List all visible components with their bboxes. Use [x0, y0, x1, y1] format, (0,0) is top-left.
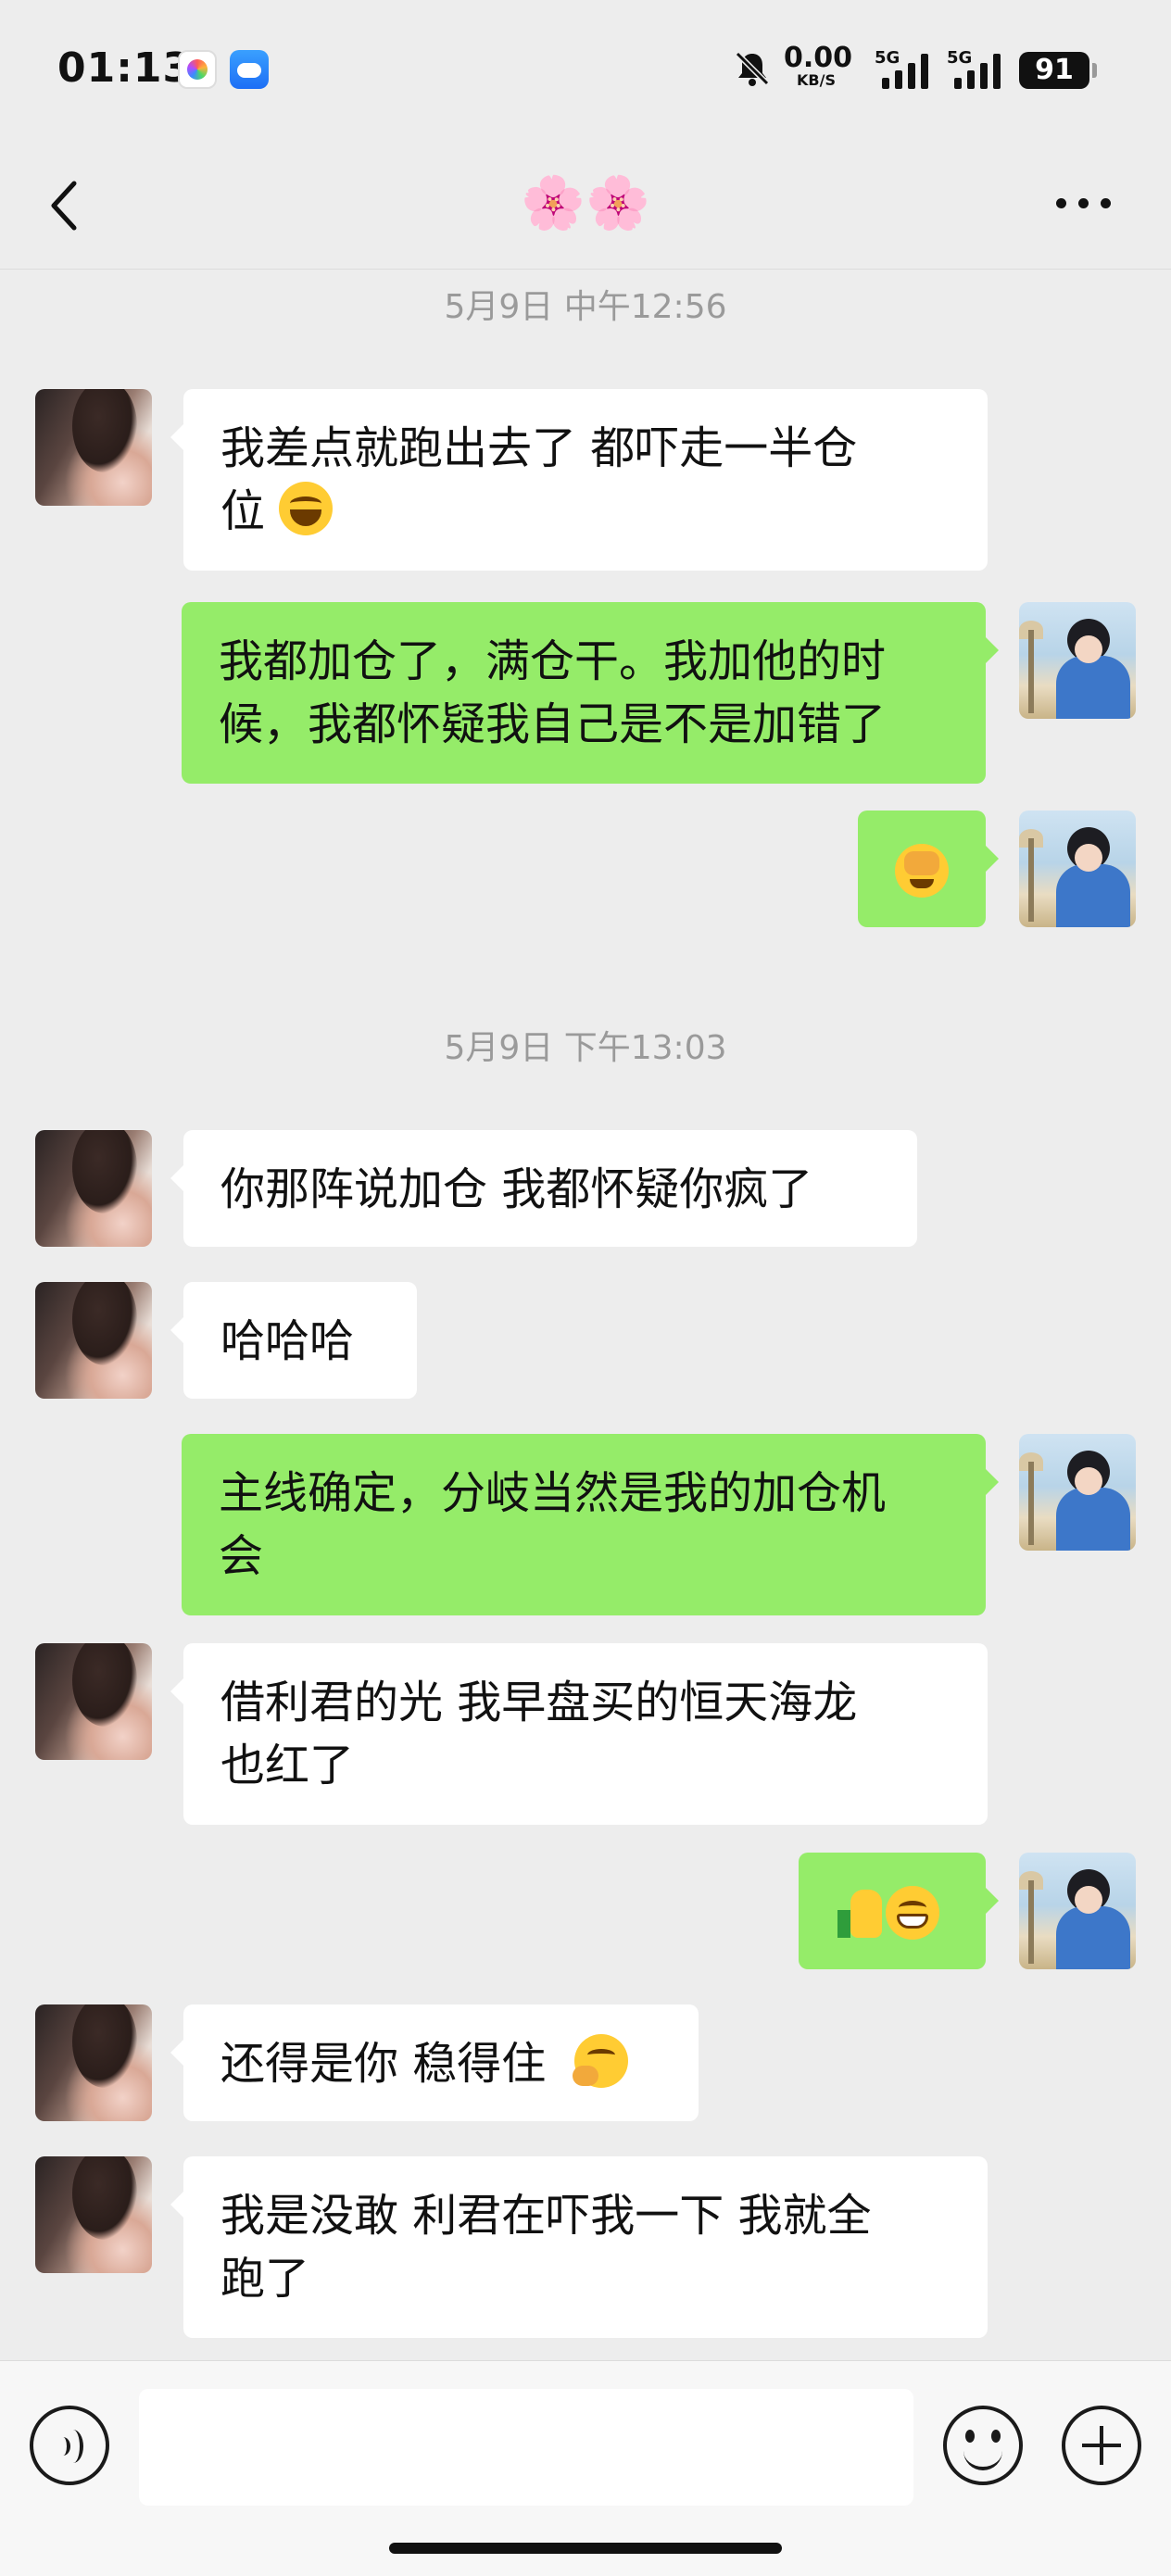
weather-app-icon — [230, 50, 269, 89]
contact-avatar[interactable] — [35, 2156, 152, 2273]
message-text: 还得是你 稳得住 — [220, 2038, 547, 2090]
message-input[interactable] — [139, 2389, 913, 2506]
message-bubble-received[interactable]: 你那阵说加仓 我都怀疑你疯了 — [170, 1130, 917, 1247]
message-bubble-sent[interactable] — [799, 1853, 999, 1969]
chat-header: 🌸🌸 — [0, 139, 1171, 270]
message-text: 会 — [219, 1530, 264, 1582]
contact-avatar[interactable] — [35, 389, 152, 506]
thumbs-up-emoji-icon — [832, 1886, 886, 1940]
chat-input-bar — [0, 2360, 1171, 2576]
status-time: 01:13 — [57, 44, 193, 92]
my-avatar[interactable] — [1019, 1853, 1136, 1969]
my-avatar[interactable] — [1019, 810, 1136, 927]
message-bubble-sent[interactable]: 主线确定，分岐当然是我的加仓机 会 — [182, 1434, 999, 1615]
contact-avatar[interactable] — [35, 1130, 152, 1247]
grin-emoji-icon — [886, 1886, 939, 1940]
message-text: 我差点就跑出去了 都吓走一半仓 — [220, 422, 858, 474]
timestamp: 5月9日 中午12:56 — [444, 288, 727, 326]
battery-level: 91 — [1019, 52, 1097, 89]
signal-strength-icon-2: 5G — [947, 48, 1012, 93]
thinking-emoji-icon — [572, 2034, 628, 2088]
message-text: 哈哈哈 — [220, 1315, 355, 1367]
chat-title: 🌸🌸 — [521, 173, 650, 233]
message-text: 我都加仓了，满仓干。我加他的时 — [219, 635, 887, 687]
contact-avatar[interactable] — [35, 1643, 152, 1760]
message-bubble-received[interactable]: 哈哈哈 — [170, 1282, 417, 1399]
app-notification-icon — [178, 50, 217, 89]
timestamp: 5月9日 下午13:03 — [444, 1029, 727, 1067]
network-speed: 0.00 KB/S — [784, 42, 853, 89]
message-text: 借利君的光 我早盘买的恒天海龙 — [220, 1677, 858, 1728]
message-bubble-sent[interactable] — [858, 810, 999, 927]
message-text: 你那阵说加仓 我都怀疑你疯了 — [220, 1163, 813, 1215]
facepalm-emoji-icon — [895, 844, 949, 898]
mute-bell-icon — [735, 51, 770, 86]
message-text: 候，我都怀疑我自己是不是加错了 — [219, 698, 887, 750]
signal-strength-icon: 5G — [875, 48, 939, 93]
message-bubble-received[interactable]: 我是没敢 利君在吓我一下 我就全 跑了 — [170, 2156, 988, 2338]
message-bubble-received[interactable]: 我差点就跑出去了 都吓走一半仓 位 — [170, 389, 988, 571]
more-options-icon[interactable] — [1056, 198, 1115, 211]
emoji-picker-button[interactable] — [943, 2406, 1023, 2485]
message-text: 也红了 — [220, 1740, 355, 1791]
status-bar: 01:13 0.00 KB/S 5G 5G 91 — [0, 0, 1171, 139]
my-avatar[interactable] — [1019, 602, 1136, 719]
message-text: 位 — [220, 485, 266, 537]
message-text: 跑了 — [220, 2253, 310, 2305]
home-indicator[interactable] — [389, 2543, 782, 2554]
my-avatar[interactable] — [1019, 1434, 1136, 1551]
message-bubble-received[interactable]: 借利君的光 我早盘买的恒天海龙 也红了 — [170, 1643, 988, 1825]
message-bubble-received[interactable]: 还得是你 稳得住 — [170, 2004, 699, 2121]
voice-input-button[interactable] — [30, 2406, 109, 2485]
more-actions-button[interactable] — [1062, 2406, 1141, 2485]
contact-avatar[interactable] — [35, 1282, 152, 1399]
message-bubble-sent[interactable]: 我都加仓了，满仓干。我加他的时 候，我都怀疑我自己是不是加错了 — [182, 602, 999, 784]
message-text: 主线确定，分岐当然是我的加仓机 — [219, 1467, 887, 1519]
contact-avatar[interactable] — [35, 2004, 152, 2121]
laugh-emoji-icon — [279, 482, 334, 535]
message-text: 我是没敢 利君在吓我一下 我就全 — [220, 2190, 872, 2242]
